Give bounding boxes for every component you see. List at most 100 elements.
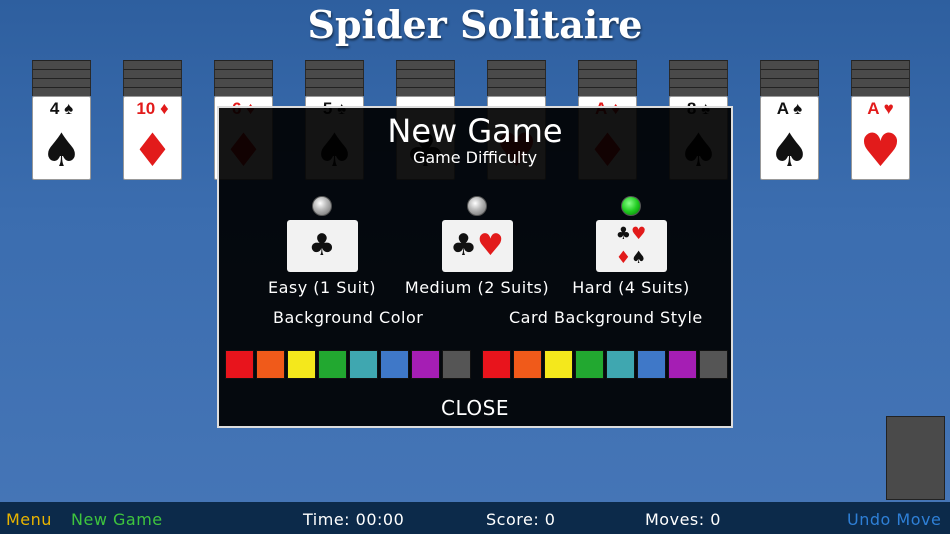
swatch-yellow[interactable] <box>287 350 316 379</box>
face-down-card <box>578 69 637 78</box>
swatch-orange[interactable] <box>256 350 285 379</box>
face-down-card <box>214 60 273 69</box>
time-display: Time: 00:00 <box>303 510 405 529</box>
swatch-yellow[interactable] <box>544 350 573 379</box>
face-down-card <box>32 87 91 96</box>
face-down-card <box>214 87 273 96</box>
club-icon: ♣ <box>286 220 358 272</box>
face-down-card <box>123 78 182 87</box>
tableau-column-10[interactable]: A ♥ ♥ <box>851 60 910 180</box>
tableau-column-2[interactable]: 10 ♦ ♦ <box>123 60 182 180</box>
undo-move-button[interactable]: Undo Move <box>847 510 941 529</box>
spade-icon: ♠ <box>768 123 811 177</box>
swatch-green[interactable] <box>318 350 347 379</box>
card-background-swatches <box>482 350 728 379</box>
tableau-column-9[interactable]: A ♠ ♠ <box>760 60 819 180</box>
difficulty-medium-option[interactable]: ♣♥ Medium (2 Suits) <box>397 196 557 297</box>
difficulty-label: Medium (2 Suits) <box>404 278 550 297</box>
face-down-card <box>578 87 637 96</box>
bottom-toolbar: Menu New Game Time: 00:00 Score: 0 Moves… <box>0 502 950 534</box>
menu-button[interactable]: Menu <box>6 510 52 529</box>
game-title: Spider Solitaire <box>307 2 643 47</box>
face-down-card <box>32 78 91 87</box>
face-down-card <box>760 78 819 87</box>
face-down-card <box>214 78 273 87</box>
swatch-orange[interactable] <box>513 350 542 379</box>
face-down-card <box>851 60 910 69</box>
face-down-card <box>32 60 91 69</box>
face-down-card <box>305 78 364 87</box>
club-heart-icon: ♣♥ <box>441 220 513 272</box>
face-down-card <box>851 69 910 78</box>
card-rank: A ♥ <box>867 99 894 118</box>
face-down-card <box>123 60 182 69</box>
swatch-teal[interactable] <box>606 350 635 379</box>
four-suits-icon: ♣♥ ♦♠ <box>595 220 667 272</box>
radio-button[interactable] <box>312 196 332 216</box>
swatch-green[interactable] <box>575 350 604 379</box>
difficulty-easy-option[interactable]: ♣ Easy (1 Suit) <box>242 196 402 297</box>
face-down-card <box>487 78 546 87</box>
swatch-gray[interactable] <box>442 350 471 379</box>
moves-display: Moves: 0 <box>645 510 721 529</box>
face-down-card <box>669 60 728 69</box>
face-down-card <box>578 60 637 69</box>
difficulty-label: Hard (4 Suits) <box>572 278 690 297</box>
heart-icon: ♥ <box>859 123 902 177</box>
stock-pile[interactable] <box>886 416 945 500</box>
face-down-card <box>760 60 819 69</box>
swatch-gray[interactable] <box>699 350 728 379</box>
difficulty-hard-option[interactable]: ♣♥ ♦♠ Hard (4 Suits) <box>551 196 711 297</box>
radio-button[interactable] <box>467 196 487 216</box>
face-down-card <box>32 69 91 78</box>
face-down-card <box>487 60 546 69</box>
face-down-card <box>851 87 910 96</box>
face-down-card <box>305 87 364 96</box>
diamond-icon: ♦ <box>131 123 174 177</box>
face-down-card <box>305 69 364 78</box>
face-down-card <box>123 87 182 96</box>
face-down-card <box>760 87 819 96</box>
card-rank: A ♠ <box>776 99 803 118</box>
spade-icon: ♠ <box>40 123 83 177</box>
difficulty-label: Easy (1 Suit) <box>267 278 377 297</box>
face-down-card <box>669 69 728 78</box>
face-up-card[interactable]: A ♠ ♠ <box>760 96 819 180</box>
face-down-card <box>578 78 637 87</box>
radio-button-selected[interactable] <box>621 196 641 216</box>
face-down-card <box>396 87 455 96</box>
face-down-card <box>487 87 546 96</box>
face-down-card <box>214 69 273 78</box>
face-down-card <box>760 69 819 78</box>
face-down-card <box>487 69 546 78</box>
close-button[interactable]: CLOSE <box>219 396 731 420</box>
face-down-card <box>669 87 728 96</box>
background-color-swatches <box>225 350 471 379</box>
face-up-card[interactable]: 4 ♠ ♠ <box>32 96 91 180</box>
card-rank: 10 ♦ <box>136 99 169 118</box>
tableau-column-1[interactable]: 4 ♠ ♠ <box>32 60 91 180</box>
score-display: Score: 0 <box>486 510 556 529</box>
new-game-button[interactable]: New Game <box>71 510 163 529</box>
face-down-card <box>851 78 910 87</box>
face-down-card <box>123 69 182 78</box>
face-down-card <box>396 69 455 78</box>
face-up-card[interactable]: 10 ♦ ♦ <box>123 96 182 180</box>
swatch-blue[interactable] <box>637 350 666 379</box>
face-up-card[interactable]: A ♥ ♥ <box>851 96 910 180</box>
swatch-purple[interactable] <box>668 350 697 379</box>
dialog-title: New Game <box>387 112 563 150</box>
face-down-card <box>396 60 455 69</box>
swatch-teal[interactable] <box>349 350 378 379</box>
face-down-card <box>669 78 728 87</box>
background-color-label: Background Color <box>273 308 424 327</box>
swatch-red[interactable] <box>482 350 511 379</box>
face-down-card <box>305 60 364 69</box>
swatch-red[interactable] <box>225 350 254 379</box>
face-down-card <box>396 78 455 87</box>
card-background-label: Card Background Style <box>509 308 703 327</box>
new-game-dialog: New Game Game Difficulty ♣ Easy (1 Suit)… <box>217 106 733 428</box>
swatch-blue[interactable] <box>380 350 409 379</box>
difficulty-heading: Game Difficulty <box>412 148 538 167</box>
swatch-purple[interactable] <box>411 350 440 379</box>
